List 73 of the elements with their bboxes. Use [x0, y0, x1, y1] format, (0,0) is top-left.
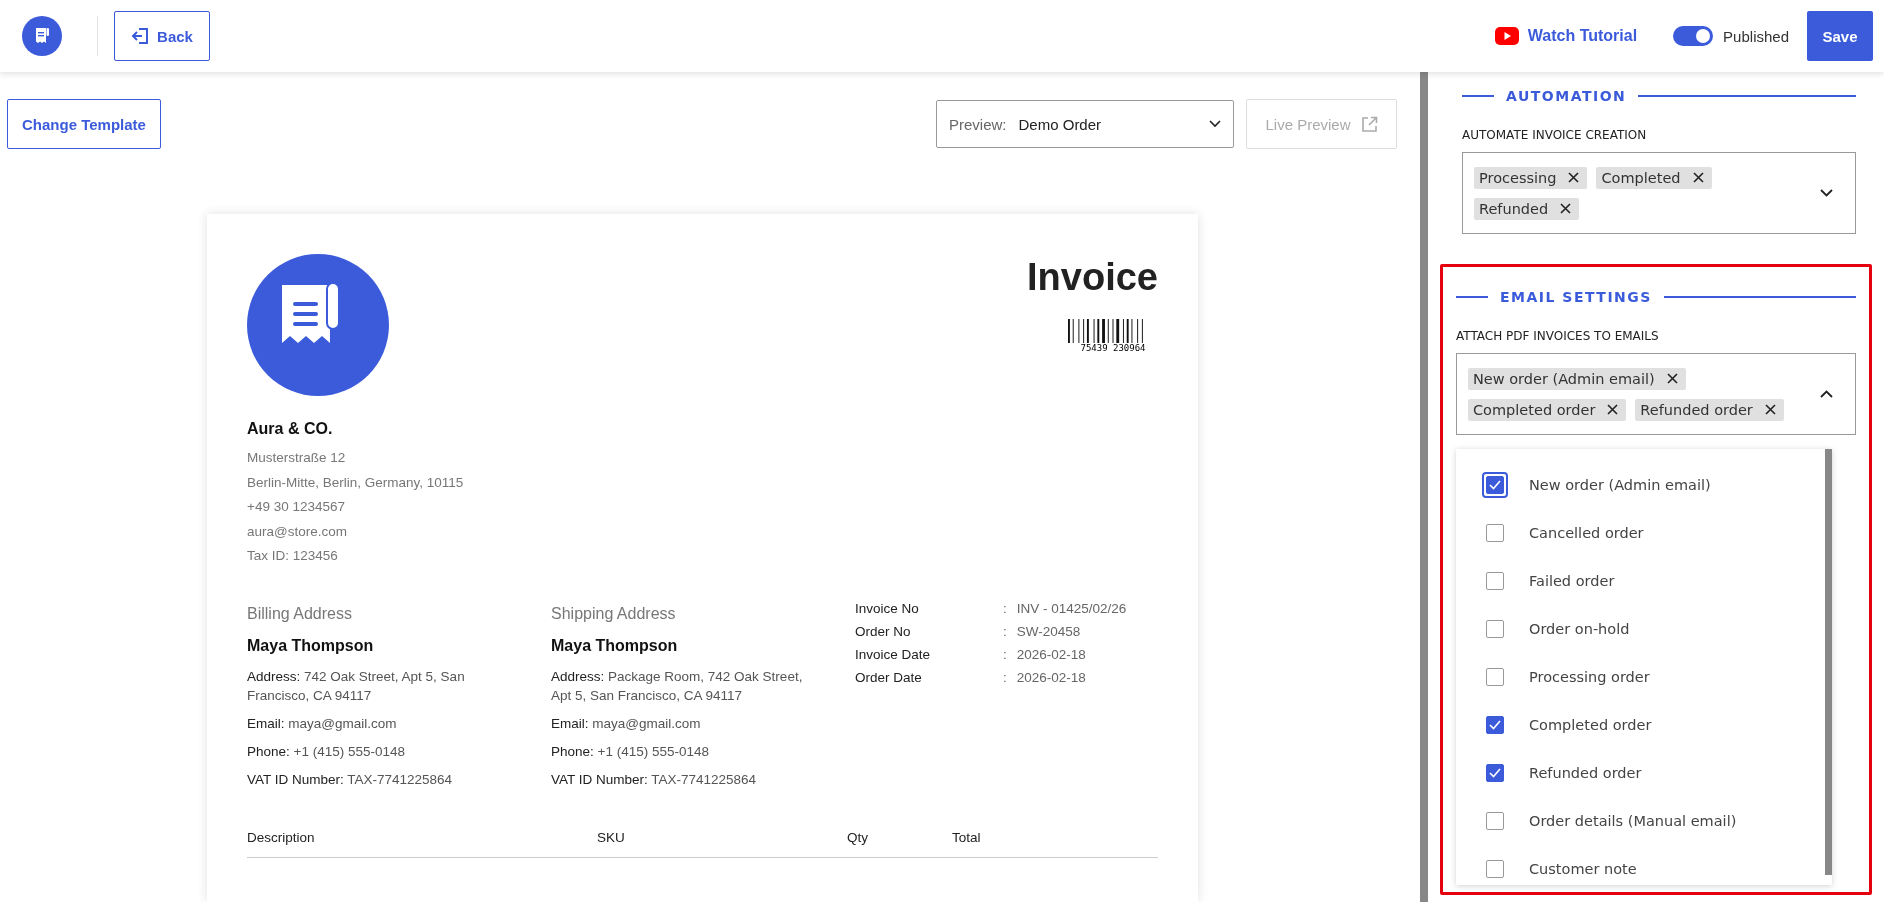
meta-label: Invoice No: [855, 600, 920, 616]
option-item[interactable]: Order details (Manual email): [1486, 797, 1832, 845]
meta-value: INV - 01425/02/26: [1016, 600, 1127, 616]
option-label: Order on-hold: [1529, 621, 1630, 637]
column-header: Total: [952, 829, 981, 845]
option-item[interactable]: Refunded order: [1486, 749, 1832, 797]
customer-name: Maya Thompson: [551, 636, 679, 655]
company-detail: Berlin-Mitte, Berlin, Germany, 10115: [247, 473, 465, 492]
watch-tutorial-link[interactable]: Watch Tutorial: [1527, 27, 1638, 45]
meta-label: Order Date: [855, 669, 923, 685]
address-field: Phone: +1 (415) 555-0148: [247, 741, 521, 761]
section-heading: AUTOMATION: [1506, 88, 1627, 104]
meta-separator: :: [1003, 646, 1007, 662]
address-field: VAT ID Number: TAX-7741225864: [551, 769, 825, 789]
invoice-title: Invoice: [1027, 256, 1158, 299]
company-detail: Tax ID: 123456: [247, 547, 339, 565]
company-name: Aura & CO.: [247, 420, 334, 438]
meta-value: 2026-02-18: [1016, 669, 1086, 685]
change-template-button[interactable]: Change Template: [7, 99, 161, 149]
preview-value: Demo Order: [1018, 115, 1103, 133]
email-tag: New order (Admin email): [1468, 367, 1686, 390]
option-item[interactable]: Completed order: [1486, 701, 1832, 749]
meta-label: Order No: [855, 623, 912, 639]
back-button[interactable]: Back: [114, 11, 210, 61]
status-tag: Completed: [1596, 166, 1712, 189]
address-field: Address: Package Room, 742 Oak Street, Apt 5, San Francisco, CA 94117: [551, 666, 825, 705]
company-detail: aura@store.com: [247, 522, 348, 541]
field-label: AUTOMATE INVOICE CREATION: [1462, 128, 1648, 142]
meta-separator: :: [1003, 600, 1007, 616]
option-label: Failed order: [1529, 573, 1615, 589]
option-item[interactable]: Failed order: [1486, 557, 1832, 605]
preview-label: Preview:: [949, 115, 1007, 133]
field-label: ATTACH PDF INVOICES TO EMAILS: [1456, 329, 1660, 343]
section-heading: EMAIL SETTINGS: [1500, 289, 1652, 305]
status-tag: Processing: [1474, 166, 1588, 189]
option-label: Processing order: [1529, 669, 1650, 685]
option-item[interactable]: Customer note: [1486, 845, 1832, 885]
meta-separator: :: [1003, 623, 1007, 639]
column-header: SKU: [597, 829, 626, 845]
option-label: Completed order: [1529, 717, 1652, 733]
multi-select[interactable]: New order (Admin email) Completed order Refunded order: [1456, 353, 1856, 435]
address-field: Email: maya@gmail.com: [551, 713, 825, 733]
option-label: Customer note: [1529, 861, 1637, 877]
save-button[interactable]: Save: [1807, 11, 1873, 61]
column-header: Qty: [847, 829, 869, 845]
address-field: Email: maya@gmail.com: [247, 713, 521, 733]
meta-value: SW-20458: [1016, 623, 1081, 639]
preview-select[interactable]: Preview: Demo Order: [936, 100, 1234, 148]
address-heading: Billing Address: [247, 604, 353, 623]
option-item[interactable]: Cancelled order: [1486, 509, 1832, 557]
option-item[interactable]: Processing order: [1486, 653, 1832, 701]
option-label: Refunded order: [1529, 765, 1642, 781]
address-field: Phone: +1 (415) 555-0148: [551, 741, 825, 761]
option-label: New order (Admin email): [1529, 477, 1711, 493]
option-item[interactable]: New order (Admin email): [1486, 461, 1832, 509]
multi-select[interactable]: Processing Completed Refunded: [1462, 152, 1856, 234]
meta-label: Invoice Date: [855, 646, 932, 662]
company-detail: Musterstraße 12: [247, 449, 347, 467]
option-item[interactable]: Order on-hold: [1486, 605, 1832, 653]
address-heading: Shipping Address: [551, 604, 677, 623]
status-tag: Refunded: [1474, 197, 1580, 220]
meta-separator: :: [1003, 669, 1007, 685]
address-field: VAT ID Number: TAX-7741225864: [247, 769, 521, 789]
email-tag: Refunded order: [1635, 398, 1784, 421]
option-label: Order details (Manual email): [1529, 813, 1737, 829]
meta-value: 2026-02-18: [1016, 646, 1086, 662]
company-detail: +49 30 1234567: [247, 498, 346, 516]
published-label: Published: [1723, 27, 1789, 45]
option-label: Cancelled order: [1529, 525, 1644, 541]
column-header: Description: [247, 829, 316, 845]
address-field: Address: 742 Oak Street, Apt 5, San Francisco, CA 94117: [247, 666, 521, 705]
customer-name: Maya Thompson: [247, 636, 375, 655]
email-tag: Completed order: [1468, 398, 1627, 421]
